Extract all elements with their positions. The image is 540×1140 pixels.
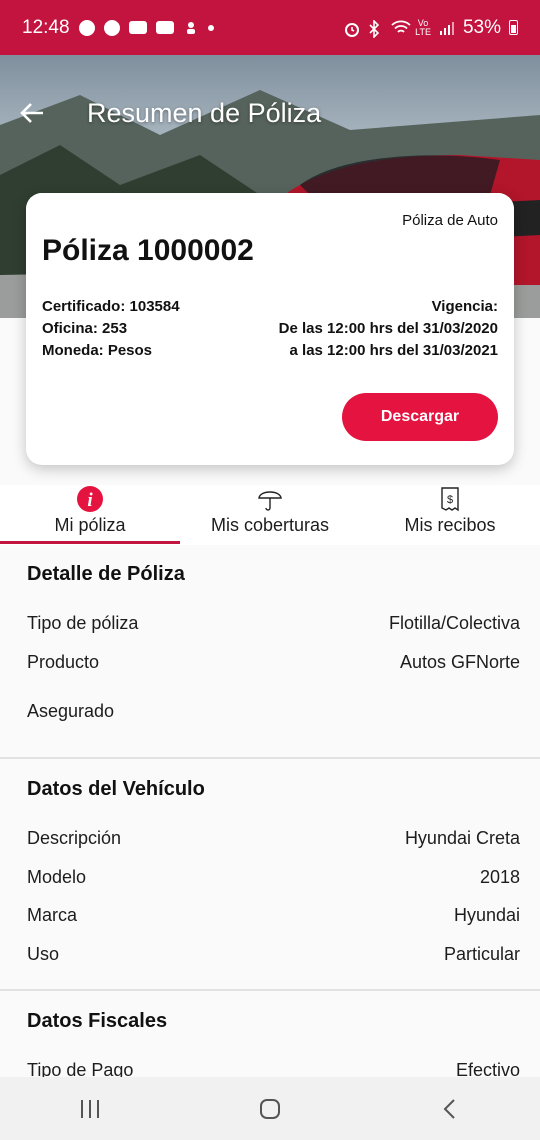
- detail-row: Tipo de póliza Flotilla/Colectiva: [0, 613, 540, 634]
- umbrella-icon: [180, 485, 360, 513]
- tab-mi-poliza[interactable]: i Mi póliza: [0, 485, 180, 545]
- office-text: Oficina: 253: [42, 320, 128, 337]
- volte-icon: Vo LTE: [415, 17, 431, 37]
- validity-to: a las 12:00 hrs del 31/03/2021: [289, 342, 498, 359]
- back-nav-button[interactable]: [420, 1084, 480, 1134]
- detail-row: Asegurado: [0, 701, 540, 722]
- detail-row: Marca Hyundai: [0, 905, 540, 926]
- tab-bar: i Mi póliza Mis coberturas $ Mis recibos: [0, 485, 540, 545]
- section-title: Datos del Vehículo: [27, 778, 205, 800]
- row-value: Particular: [443, 944, 520, 964]
- detail-row: Modelo 2018: [0, 867, 540, 888]
- tab-label: Mis recibos: [404, 515, 496, 535]
- arrow-left-icon: [20, 103, 43, 123]
- row-label: Tipo de póliza: [27, 613, 139, 633]
- receipt-icon: $: [360, 485, 540, 513]
- facebook-icon: [78, 19, 95, 36]
- page-title: Resumen de Póliza: [87, 98, 322, 128]
- notification-icon: [183, 20, 199, 36]
- svg-text:i: i: [87, 490, 93, 511]
- row-label: Uso: [27, 944, 60, 964]
- policy-meta: Certificado: 103584 Oficina: 253 Moneda:…: [42, 296, 180, 362]
- recent-apps-icon: [81, 1099, 99, 1118]
- status-bar: 12:48 Vo LTE 53%: [0, 0, 540, 55]
- row-label: Descripción: [27, 828, 122, 848]
- row-label: Marca: [27, 905, 78, 925]
- home-icon: [260, 1098, 280, 1119]
- detail-row: Uso Particular: [0, 944, 540, 965]
- validity-label: Vigencia:: [431, 298, 498, 315]
- battery-percent: 53%: [462, 16, 501, 38]
- download-button[interactable]: Descargar: [342, 393, 498, 441]
- row-value: Hyundai: [453, 905, 520, 925]
- divider: [0, 757, 540, 759]
- policy-type: Póliza de Auto: [402, 212, 498, 229]
- validity-from: De las 12:00 hrs del 31/03/2020: [278, 320, 498, 337]
- divider: [0, 989, 540, 991]
- detail-row: Descripción Hyundai Creta: [0, 828, 540, 849]
- section-title: Datos Fiscales: [27, 1010, 168, 1032]
- more-notifications-icon: [207, 24, 214, 31]
- tab-mis-recibos[interactable]: $ Mis recibos: [360, 485, 540, 545]
- recent-apps-button[interactable]: [60, 1084, 120, 1134]
- policy-number: Póliza 1000002: [42, 234, 254, 267]
- policy-card: Póliza de Auto Póliza 1000002 Certificad…: [26, 193, 514, 465]
- row-value: 2018: [479, 867, 520, 887]
- currency-text: Moneda: Pesos: [42, 342, 153, 359]
- row-label: Producto: [27, 652, 100, 672]
- row-label: Asegurado: [27, 701, 115, 721]
- row-value: Flotilla/Colectiva: [388, 613, 520, 633]
- active-tab-indicator: [0, 541, 180, 544]
- clock: 12:48: [22, 16, 70, 38]
- section-fiscales: Datos Fiscales: [0, 1010, 540, 1033]
- battery-icon: [509, 20, 518, 35]
- info-icon: i: [0, 485, 180, 513]
- home-button[interactable]: [240, 1084, 300, 1134]
- tab-mis-coberturas[interactable]: Mis coberturas: [180, 485, 360, 545]
- svg-text:$: $: [447, 494, 453, 506]
- detail-row: Producto Autos GFNorte: [0, 652, 540, 673]
- signal-icon: [439, 20, 455, 36]
- section-detalle: Detalle de Póliza: [0, 563, 540, 586]
- tab-label: Mis coberturas: [210, 515, 330, 535]
- chevron-left-icon: [443, 1098, 455, 1119]
- tab-label: Mi póliza: [54, 515, 126, 535]
- row-value: Hyundai Creta: [404, 828, 520, 848]
- bluetooth-icon: [367, 18, 383, 39]
- wifi-icon: [391, 20, 411, 36]
- certificate-text: Certificado: 103584: [42, 298, 180, 315]
- section-title: Detalle de Póliza: [27, 563, 185, 585]
- outlook-icon: [155, 21, 174, 34]
- alarm-icon: [343, 20, 360, 37]
- validity-block: Vigencia: De las 12:00 hrs del 31/03/202…: [279, 296, 498, 362]
- back-button[interactable]: [18, 99, 52, 133]
- youtube-icon: [128, 21, 147, 34]
- system-nav-bar: [0, 1077, 540, 1140]
- row-label: Modelo: [27, 867, 87, 887]
- row-value: Autos GFNorte: [399, 652, 520, 672]
- section-vehiculo: Datos del Vehículo: [0, 778, 540, 801]
- facebook-icon: [103, 19, 120, 36]
